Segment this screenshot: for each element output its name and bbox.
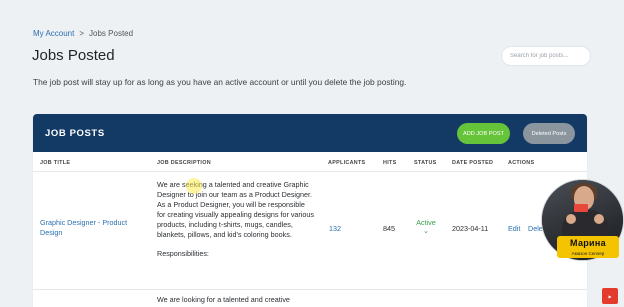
breadcrumb-current: Jobs Posted (89, 29, 134, 38)
breadcrumb-separator: > (79, 29, 85, 38)
job-description: We are seeking a talented and creative G… (157, 180, 315, 259)
header-job-title: JOB TITLE (40, 160, 71, 166)
table-row: We are looking for a talented and creati… (33, 291, 587, 307)
channel-logo-icon: ▶ (602, 288, 618, 304)
header-date-posted: DATE POSTED (452, 160, 494, 166)
panel-header: JOB POSTS ADD JOB POST Deleted Posts (33, 114, 587, 152)
presenter-name-badge: Марина (557, 236, 619, 250)
table-row: Graphic Designer - Product Design We are… (33, 172, 587, 290)
job-posts-panel: JOB POSTS ADD JOB POST Deleted Posts JOB… (33, 114, 587, 307)
presenter-role: Амазон Селлер (557, 250, 619, 258)
header-job-description: JOB DESCRIPTION (157, 160, 211, 166)
applicants-link[interactable]: 132 (329, 224, 341, 233)
edit-link[interactable]: Edit (508, 224, 520, 233)
breadcrumb: My Account > Jobs Posted (33, 29, 133, 38)
search-input[interactable] (501, 46, 591, 66)
status-dropdown[interactable]: Active ⌄ (415, 219, 437, 235)
job-title-link[interactable]: Graphic Designer - Product Design (40, 218, 150, 238)
chevron-down-icon: ⌄ (422, 226, 430, 235)
header-status: STATUS (414, 160, 437, 166)
panel-title: JOB POSTS (45, 127, 105, 139)
page-subtitle: The job post will stay up for as long as… (33, 77, 407, 87)
header-hits: HITS (383, 160, 397, 166)
cursor-highlight (186, 178, 202, 194)
job-description-text: We are looking for a talented and creati… (157, 295, 290, 304)
add-job-post-button[interactable]: ADD JOB POST (457, 123, 510, 144)
header-actions: ACTIONS (508, 160, 535, 166)
job-description-text: We are seeking a talented and creative G… (157, 180, 315, 239)
hits-count: 845 (383, 224, 395, 233)
job-description-responsibilities: Responsibilities: (157, 249, 209, 258)
deleted-posts-button[interactable]: Deleted Posts (523, 123, 575, 144)
page-title: Jobs Posted (32, 47, 115, 64)
date-posted: 2023-04-11 (452, 224, 489, 233)
breadcrumb-my-account[interactable]: My Account (33, 29, 74, 38)
table-header: JOB TITLE JOB DESCRIPTION APPLICANTS HIT… (33, 152, 587, 172)
header-applicants: APPLICANTS (328, 160, 366, 166)
